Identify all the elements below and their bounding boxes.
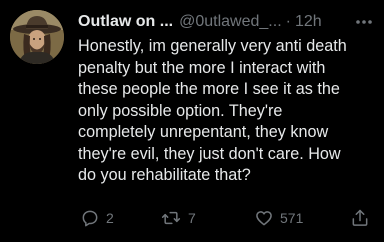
tweet-text-line: these people the more I see it as the — [78, 80, 340, 98]
tweet-header: Outlaw on ... @0utlawed_... · 12h — [78, 11, 378, 33]
tweet-text-line: they're evil, they just don't care. How — [78, 144, 341, 163]
display-name[interactable]: Outlaw on ... — [78, 13, 173, 30]
retweet-count: 7 — [188, 210, 196, 226]
avatar-image — [10, 10, 64, 64]
more-icon[interactable] — [354, 13, 374, 31]
reply-icon — [82, 210, 98, 227]
reply-count: 2 — [106, 210, 114, 226]
tweet-text-line: only possible option. They're — [78, 101, 283, 120]
tweet-text: Honestly, im generally very anti death p… — [78, 36, 378, 187]
like-count: 571 — [280, 210, 304, 226]
avatar[interactable] — [10, 10, 64, 64]
like-button[interactable]: 571 — [254, 206, 303, 230]
tweet[interactable]: Outlaw on ... @0utlawed_... · 12h Honestly,… — [0, 0, 384, 242]
tweet-text-line: do you rehabilitate that? — [78, 166, 251, 184]
reply-button[interactable]: 2 — [80, 206, 114, 230]
retweet-button[interactable]: 7 — [160, 206, 196, 230]
tweet-text-line: penalty but the more I interact with — [78, 58, 326, 77]
action-bar: 2 7 571 — [78, 206, 378, 230]
tweet-text-line: Honestly, im generally very anti death — [78, 37, 347, 55]
share-icon — [352, 209, 368, 226]
tweet-text-line: completely unrepentant, they know — [78, 123, 329, 141]
heart-icon — [256, 211, 272, 226]
timestamp[interactable]: 12h — [295, 13, 322, 30]
handle[interactable]: @0utlawed_... — [179, 13, 282, 30]
share-button[interactable] — [350, 206, 370, 230]
separator-dot: · — [285, 13, 291, 30]
retweet-icon — [161, 211, 181, 225]
